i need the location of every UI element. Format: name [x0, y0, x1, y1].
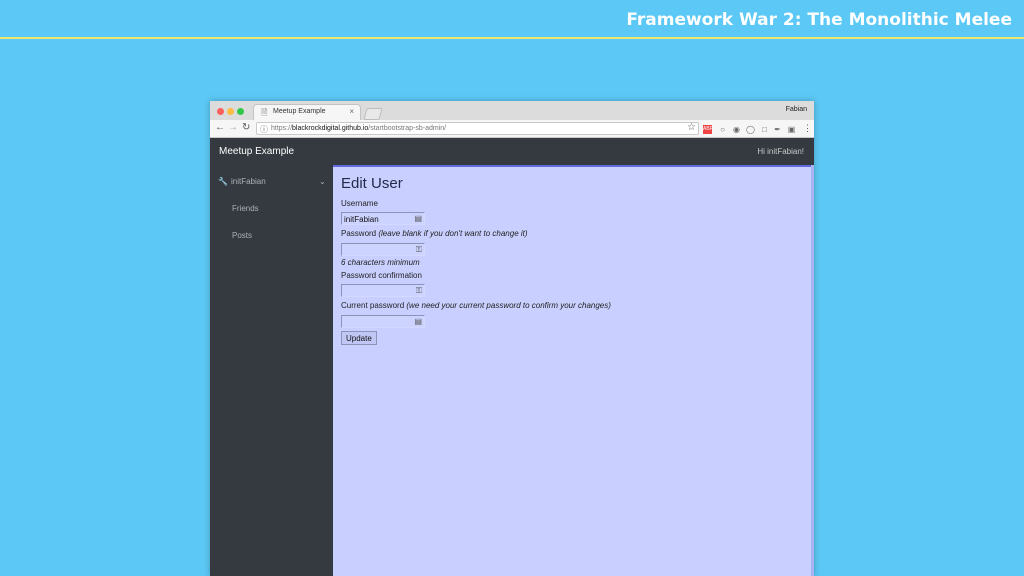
sidebar-item-posts[interactable]: Posts [232, 231, 252, 240]
browser-window: 🗎 Meetup Example × Fabian ← → ↻ ⓘ https:… [210, 101, 814, 576]
close-tab-icon[interactable]: × [349, 107, 354, 116]
url-text[interactable]: https://blackrockdigital.github.io/start… [271, 125, 446, 132]
sidebar: 🔧 initFabian ⌄ Friends Posts [210, 165, 333, 576]
password-label: Password (leave blank if you don't want … [341, 229, 528, 238]
extension-screen-icon[interactable]: ▣ [787, 125, 796, 134]
minimize-window-button[interactable] [227, 108, 234, 115]
bookmark-star-icon[interactable]: ☆ [687, 122, 696, 133]
content-edge [811, 165, 814, 576]
password-hint: (leave blank if you don't want to change… [378, 229, 528, 238]
current-password-label: Current password (we need your current p… [341, 301, 611, 310]
menu-kebab-icon[interactable]: ⋮ [803, 123, 812, 134]
extension-badge-icon[interactable]: ◉ [732, 125, 741, 134]
profile-name[interactable]: Fabian [786, 106, 807, 113]
page-icon: 🗎 [261, 108, 268, 117]
tab-strip: 🗎 Meetup Example × Fabian [210, 101, 814, 120]
extension-red-icon[interactable]: ABP [703, 125, 713, 134]
sidebar-item-friends[interactable]: Friends [232, 204, 259, 213]
username-field[interactable]: initFabian ▤ [341, 212, 425, 225]
tab-title: Meetup Example [273, 108, 326, 115]
info-icon[interactable]: ⓘ [260, 124, 268, 135]
browser-toolbar: ← → ↻ ⓘ https://blackrockdigital.github.… [210, 120, 814, 138]
extension-bubble-icon[interactable]: ○ [718, 125, 727, 134]
slide-title: Framework War 2: The Monolithic Melee [626, 10, 1012, 30]
current-password-field[interactable]: ▤ [341, 315, 425, 328]
top-navbar: Meetup Example Hi initFabian! [210, 138, 814, 165]
username-value: initFabian [344, 215, 379, 224]
current-password-hint: (we need your current password to confir… [406, 301, 611, 310]
tab-meetup-example[interactable]: 🗎 Meetup Example × [253, 104, 361, 120]
autofill-icon[interactable]: ▤ [414, 317, 422, 326]
sidebar-item-user[interactable]: 🔧 initFabian [218, 177, 266, 186]
brand-link[interactable]: Meetup Example [219, 146, 294, 157]
password-min-hint: 6 characters minimum [341, 258, 420, 267]
reload-icon[interactable]: ↻ [242, 122, 250, 133]
address-bar[interactable]: ⓘ https://blackrockdigital.github.io/sta… [256, 122, 699, 135]
autofill-icon[interactable]: ▤ [414, 214, 422, 223]
extension-square-icon[interactable]: □ [760, 125, 769, 134]
password-confirmation-field[interactable]: ⚿ [341, 284, 425, 297]
update-button[interactable]: Update [341, 331, 377, 345]
password-field[interactable]: ⚿ [341, 243, 425, 256]
close-window-button[interactable] [217, 108, 224, 115]
main-content: Edit User Username initFabian ▤ Password… [333, 165, 811, 576]
extension-pen-icon[interactable]: ✒ [773, 125, 782, 134]
extension-circle-icon[interactable]: ◯ [746, 125, 755, 134]
key-icon[interactable]: ⚿ [416, 286, 422, 296]
app-viewport: Meetup Example Hi initFabian! 🔧 initFabia… [210, 138, 814, 576]
back-icon[interactable]: ← [215, 122, 225, 133]
password-confirmation-label: Password confirmation [341, 271, 422, 280]
username-label: Username [341, 199, 378, 208]
maximize-window-button[interactable] [237, 108, 244, 115]
forward-icon[interactable]: → [228, 122, 238, 133]
chevron-down-icon[interactable]: ⌄ [319, 177, 326, 186]
new-tab-button[interactable] [363, 108, 383, 120]
page-title: Edit User [341, 175, 403, 192]
key-icon[interactable]: ⚿ [416, 245, 422, 255]
wrench-icon: 🔧 [218, 177, 228, 186]
user-greeting[interactable]: Hi initFabian! [757, 147, 804, 156]
title-divider [0, 37, 1024, 39]
